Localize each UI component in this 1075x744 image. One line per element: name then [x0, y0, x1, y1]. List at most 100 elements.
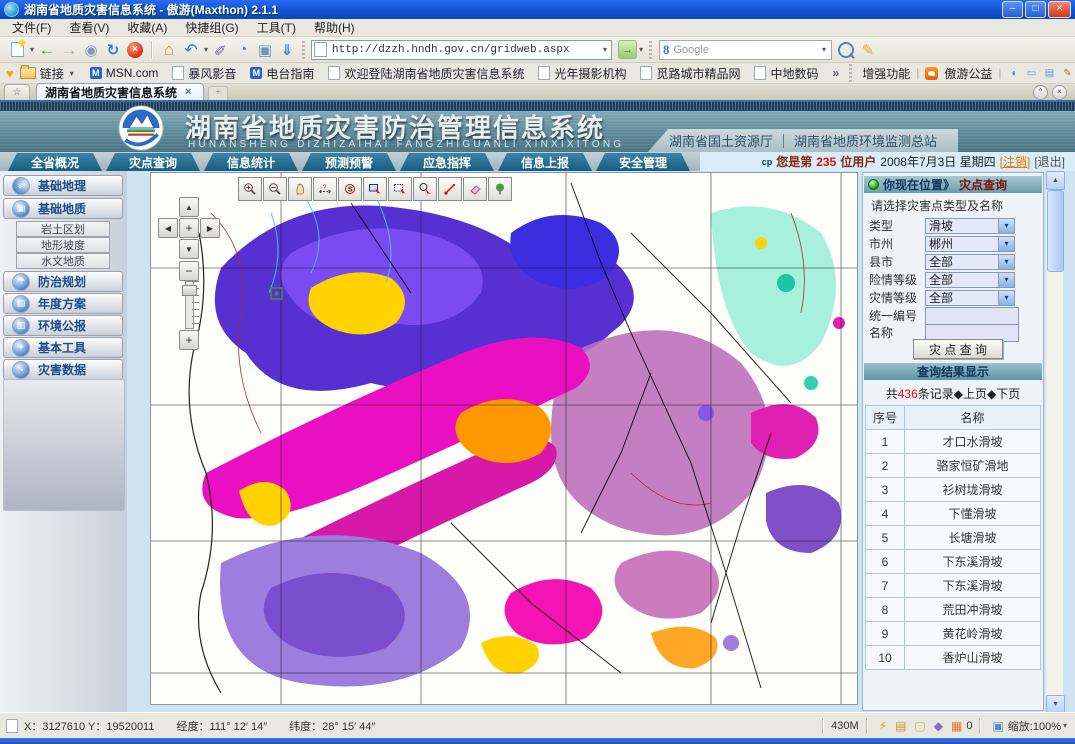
- link-welcome[interactable]: 欢迎登陆湖南省地质灾害信息系统: [328, 65, 524, 82]
- chevron-down-icon[interactable]: ▾: [998, 255, 1014, 269]
- magic-wand-button[interactable]: ✎: [210, 39, 232, 61]
- menu-help[interactable]: 帮助(H): [306, 18, 363, 37]
- link-city[interactable]: 觅路城市精品网: [640, 65, 740, 82]
- page-scrollbar[interactable]: ▲ ▼: [1046, 171, 1063, 712]
- panel-icon[interactable]: ▭: [1025, 67, 1037, 79]
- panel-close-button[interactable]: ×: [1052, 85, 1067, 100]
- point-draw-tool[interactable]: [438, 177, 462, 201]
- home-button[interactable]: ⌂: [158, 39, 180, 61]
- window-layout-button[interactable]: ▣: [254, 39, 276, 61]
- zoom-slider-thumb[interactable]: [182, 285, 197, 296]
- result-name[interactable]: 香炉山滑坡: [905, 646, 1041, 670]
- new-page-dropdown[interactable]: ▾: [28, 45, 36, 54]
- zoom-dropdown[interactable]: ▾: [1061, 721, 1069, 730]
- go-button[interactable]: →: [618, 40, 637, 59]
- zoom-out-tool[interactable]: [263, 177, 287, 201]
- history-button[interactable]: ◔: [232, 39, 254, 61]
- table-row[interactable]: 9黄花岭滑坡: [866, 622, 1041, 646]
- sidebar-item-env-bulletin[interactable]: ▥环境公报: [3, 315, 123, 336]
- sidebar-sub-rock-zoning[interactable]: 岩土区划: [16, 221, 110, 237]
- table-row[interactable]: 8荒田冲滑坡: [866, 598, 1041, 622]
- result-name[interactable]: 才口水滑坡: [905, 430, 1041, 454]
- forward-button[interactable]: →: [58, 39, 80, 61]
- zoom-in-tool[interactable]: [238, 177, 262, 201]
- chevron-down-icon[interactable]: ▾: [998, 273, 1014, 287]
- menu-view[interactable]: 查看(V): [61, 18, 117, 37]
- rect-select-tool[interactable]: [363, 177, 387, 201]
- pan-down-button[interactable]: ▼: [179, 239, 199, 259]
- city-select[interactable]: 郴州▾: [925, 236, 1015, 252]
- pan-tool[interactable]: [288, 177, 312, 201]
- sidebar-item-annual-scheme[interactable]: ▤年度方案: [3, 293, 123, 314]
- result-name[interactable]: 下懂滑坡: [905, 502, 1041, 526]
- table-row[interactable]: 10香炉山滑坡: [866, 646, 1041, 670]
- measure-tool[interactable]: ?: [313, 177, 337, 201]
- nav-tab-stats[interactable]: 信息统计: [204, 153, 298, 171]
- menu-favorites[interactable]: 收藏(A): [119, 18, 175, 37]
- rect-deselect-tool[interactable]: [388, 177, 412, 201]
- refresh-button[interactable]: ↻: [102, 39, 124, 61]
- new-page-button[interactable]: [6, 39, 28, 61]
- image-filter-icon[interactable]: ▦: [951, 719, 962, 733]
- chevron-down-icon[interactable]: ▾: [998, 237, 1014, 251]
- nav-tab-emergency[interactable]: 应急指挥: [400, 153, 494, 171]
- favorites-heart-icon[interactable]: ♥: [6, 67, 14, 79]
- table-row[interactable]: 5长塘滑坡: [866, 526, 1041, 550]
- brush-icon[interactable]: ✎: [1061, 67, 1073, 79]
- favorites-panel-button[interactable]: ☆: [4, 84, 30, 100]
- nav-tab-forecast[interactable]: 预测预警: [302, 153, 396, 171]
- link-msn[interactable]: MMSN.com: [90, 66, 159, 80]
- sidebar-item-disaster-data[interactable]: ◔灾害数据: [3, 359, 123, 380]
- back-button[interactable]: ←: [36, 39, 58, 61]
- select-circle-tool[interactable]: S: [338, 177, 362, 201]
- chevron-down-icon[interactable]: ▾: [998, 219, 1014, 233]
- folder-status-icon[interactable]: ▢: [914, 719, 925, 733]
- sidebar-item-basic-geology[interactable]: ▣基础地质: [3, 198, 123, 219]
- sidebar-item-prevention-plan[interactable]: ☂防治规划: [3, 271, 123, 292]
- link-radio[interactable]: M电台指南: [250, 65, 314, 82]
- map-viewport[interactable]: ? S ▲ ◀ + ▶ ▼ − +: [150, 172, 858, 705]
- table-row[interactable]: 1才口水滑坡: [866, 430, 1041, 454]
- risk-level-select[interactable]: 全部▾: [925, 272, 1015, 288]
- enhance-button[interactable]: 增强功能: [862, 65, 910, 82]
- nav-tab-overview[interactable]: 全省概况: [8, 153, 102, 171]
- url-input[interactable]: [330, 43, 601, 57]
- result-name[interactable]: 荒田冲滑坡: [905, 598, 1041, 622]
- maximize-button[interactable]: □: [1025, 1, 1046, 18]
- menu-file[interactable]: 文件(F): [4, 18, 59, 37]
- result-name[interactable]: 黄花岭滑坡: [905, 622, 1041, 646]
- nav-tab-report[interactable]: 信息上报: [498, 153, 592, 171]
- table-row[interactable]: 2骆家恒矿滑地: [866, 454, 1041, 478]
- active-tab[interactable]: 湖南省地质灾害信息系统 ×: [36, 83, 204, 100]
- zoom-level[interactable]: 缩放:100%: [1008, 718, 1061, 734]
- next-page-link[interactable]: ◆下页: [987, 387, 1020, 401]
- sidebar-sub-hydrogeology[interactable]: 水文地质: [16, 253, 110, 269]
- table-row[interactable]: 4下懂滑坡: [866, 502, 1041, 526]
- result-name[interactable]: 长塘滑坡: [905, 526, 1041, 550]
- sidebar-sub-terrain-slope[interactable]: 地形坡度: [16, 237, 110, 253]
- logout-link[interactable]: [注销]: [1000, 153, 1031, 170]
- banner-link-land-dept[interactable]: 湖南省国土资源厅: [669, 131, 773, 150]
- close-button[interactable]: ×: [1048, 1, 1071, 18]
- unified-id-input[interactable]: [925, 307, 1019, 325]
- notes-icon[interactable]: ◆: [934, 719, 943, 733]
- new-tab-button[interactable]: +: [208, 86, 228, 100]
- table-row[interactable]: 3衫树垅滑坡: [866, 478, 1041, 502]
- result-name[interactable]: 下东溪滑坡: [905, 574, 1041, 598]
- search-engine-dropdown[interactable]: ▾: [820, 45, 828, 54]
- drop-menu-button[interactable]: ◉: [80, 39, 102, 61]
- overview-tool[interactable]: [488, 177, 512, 201]
- geology-map-canvas[interactable]: [151, 173, 857, 704]
- exit-link[interactable]: [退出]: [1034, 153, 1065, 170]
- search-input[interactable]: Google: [674, 44, 821, 56]
- menu-tools[interactable]: 工具(T): [249, 18, 304, 37]
- undo-button[interactable]: ↶: [180, 39, 202, 61]
- zoom-minus-button[interactable]: −: [179, 261, 199, 281]
- url-dropdown[interactable]: ▾: [601, 45, 609, 54]
- table-row[interactable]: 6下东溪滑坡: [866, 550, 1041, 574]
- nav-tab-security[interactable]: 安全管理: [596, 153, 690, 171]
- result-name[interactable]: 下东溪滑坡: [905, 550, 1041, 574]
- disaster-level-select[interactable]: 全部▾: [925, 290, 1015, 306]
- type-select[interactable]: 滑坡▾: [925, 218, 1015, 234]
- charity-button[interactable]: 傲游公益: [944, 65, 992, 82]
